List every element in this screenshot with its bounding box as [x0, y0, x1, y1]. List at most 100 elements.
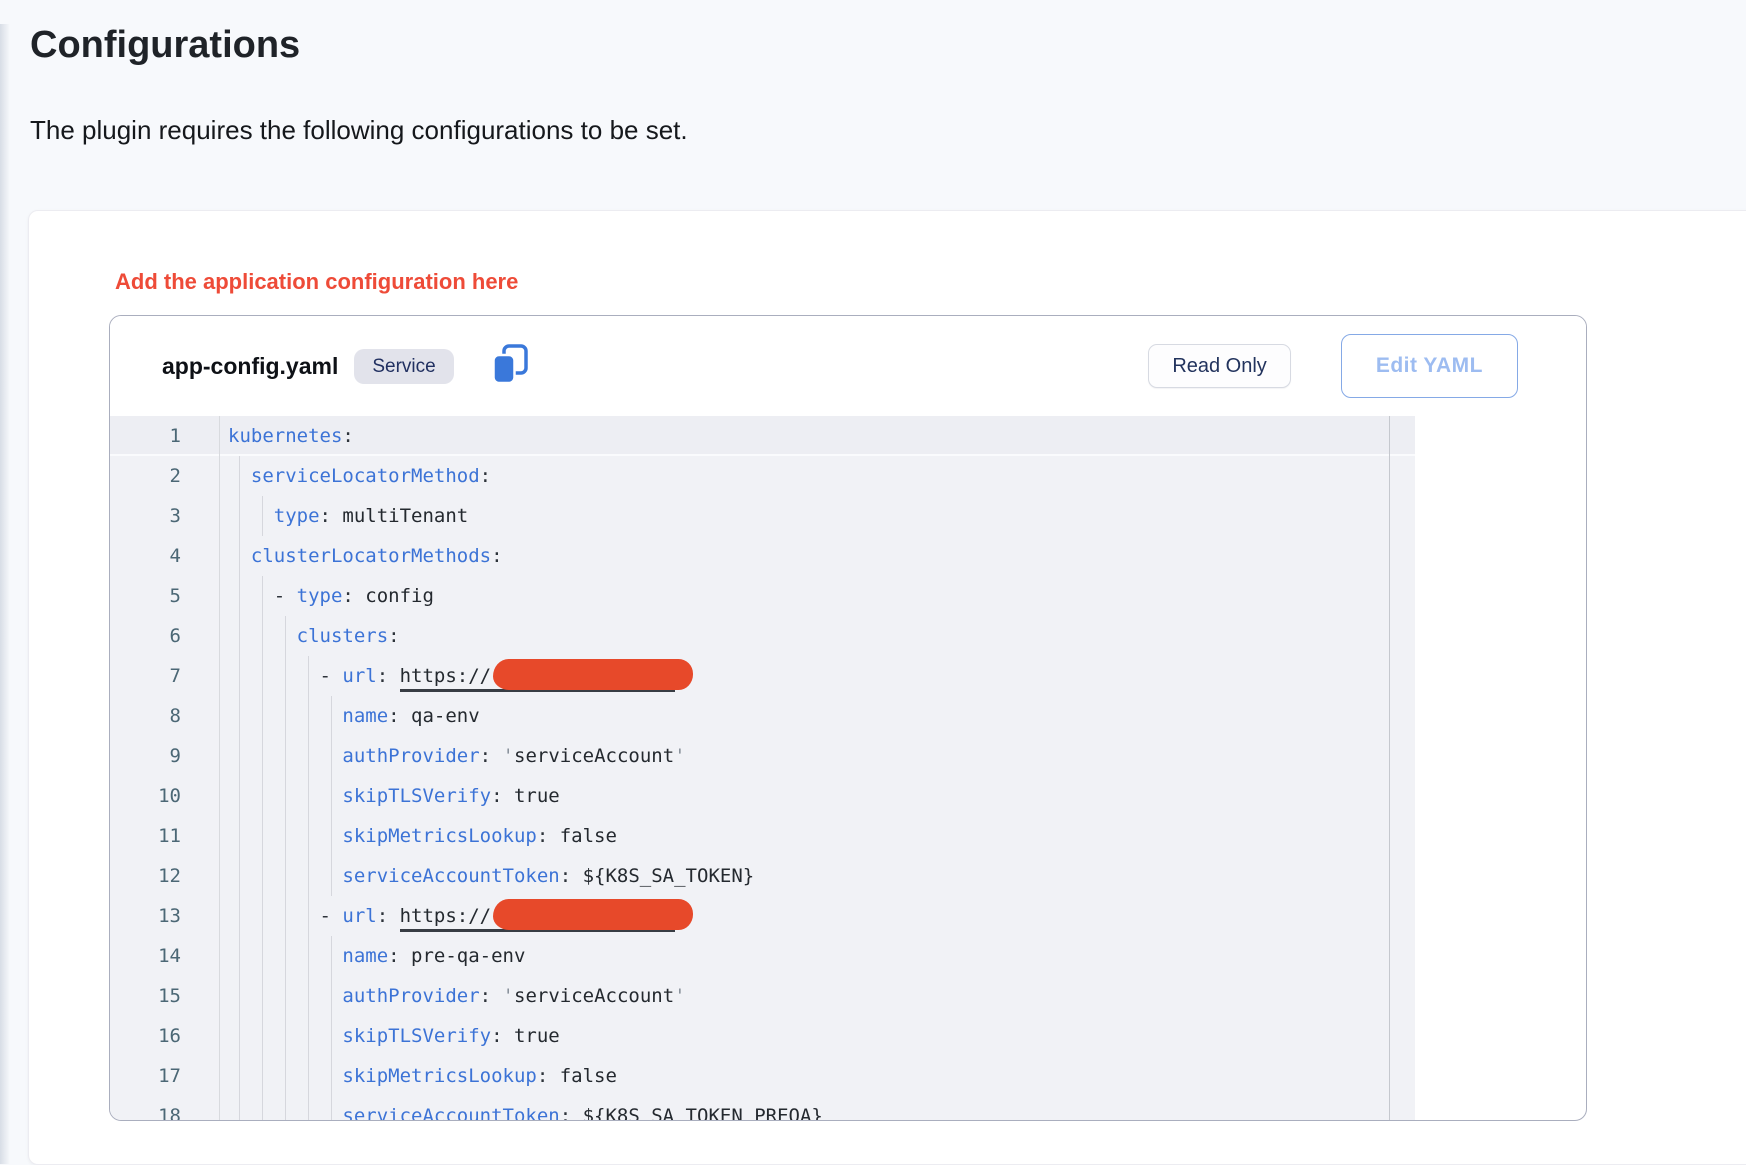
code-token-punc: :: [388, 625, 399, 647]
indent-guide: [262, 816, 263, 856]
url-scheme-text: https://: [400, 665, 492, 687]
line-number: 11: [110, 816, 220, 856]
indent-guide: [239, 1016, 240, 1056]
indent-guide: [239, 656, 240, 696]
page-subtitle: The plugin requires the following config…: [30, 115, 1746, 146]
read-only-button[interactable]: Read Only: [1148, 344, 1291, 388]
indent-guide: [262, 616, 263, 656]
code-token-val: pre-qa-env: [411, 945, 525, 967]
indent-guide: [308, 736, 309, 776]
code-token-quo: ': [674, 985, 685, 1007]
code-token-punc: :: [560, 865, 583, 887]
code-line: 4clusterLocatorMethods:: [110, 536, 1415, 576]
indent-guide: [239, 1096, 240, 1120]
code-token-key: skipMetricsLookup: [342, 1065, 536, 1087]
indent-guide: [308, 816, 309, 856]
line-number: 9: [110, 736, 220, 776]
cluster-url-link[interactable]: https://: [400, 905, 676, 932]
line-number: 8: [110, 696, 220, 736]
indent-guide: [285, 1016, 286, 1056]
code-token-punc: :: [480, 465, 491, 487]
code-line: 16skipTLSVerify: true: [110, 1016, 1415, 1056]
indent-guide: [331, 936, 332, 976]
indent-guide: [285, 776, 286, 816]
indent-guide: [239, 736, 240, 776]
cluster-url-link[interactable]: https://: [400, 665, 676, 692]
code-token-punc: :: [560, 1105, 583, 1120]
indent-guide: [239, 616, 240, 656]
code-line: 10skipTLSVerify: true: [110, 776, 1415, 816]
code-token-key: url: [342, 665, 376, 687]
indent-guide: [308, 696, 309, 736]
code-line: 2 serviceLocatorMethod:: [110, 456, 1415, 496]
indent-guide: [285, 1096, 286, 1120]
code-token-key: name: [342, 705, 388, 727]
line-number: 14: [110, 936, 220, 976]
line-number: 12: [110, 856, 220, 896]
code-line: 17skipMetricsLookup: false: [110, 1056, 1415, 1096]
copy-icon[interactable]: [490, 343, 530, 389]
code-line: 1kubernetes:: [110, 416, 1415, 456]
indent-guide: [285, 816, 286, 856]
code-token-val: ${K8S_SA_TOKEN_PREQA}: [583, 1105, 823, 1120]
code-token-key: name: [342, 945, 388, 967]
indent-guide: [331, 856, 332, 896]
indent-guide: [239, 496, 240, 536]
code-token-quo: ': [503, 985, 514, 1007]
code-token-val: serviceAccount: [514, 985, 674, 1007]
editor-scrollbar[interactable]: [1389, 416, 1390, 1120]
code-token-val: true: [514, 785, 560, 807]
page-title: Configurations: [30, 24, 1746, 67]
line-number: 10: [110, 776, 220, 816]
code-line: 3type: multiTenant: [110, 496, 1415, 536]
indent-guide: [331, 1016, 332, 1056]
indent-guide: [331, 1096, 332, 1120]
line-number: 6: [110, 616, 220, 656]
code-line: 6clusters:: [110, 616, 1415, 656]
configuration-panel: Add the application configuration here a…: [28, 210, 1746, 1165]
indent-guide: [239, 576, 240, 616]
code-token-key: skipTLSVerify: [342, 1025, 491, 1047]
code-token-key: serviceAccountToken: [342, 865, 559, 887]
indent-guide: [262, 496, 263, 536]
yaml-editor[interactable]: 1kubernetes:2 serviceLocatorMethod: 3type:…: [110, 416, 1415, 1120]
code-token-punc: :: [388, 945, 411, 967]
indent-guide: [285, 696, 286, 736]
indent-guide: [285, 1056, 286, 1096]
config-callout: Add the application configuration here: [29, 211, 1746, 295]
code-token-val: config: [365, 585, 434, 607]
indent-guide: [285, 856, 286, 896]
code-token-punc: :: [491, 785, 514, 807]
line-number: 2: [110, 456, 220, 496]
code-token-key: url: [342, 905, 376, 927]
code-lines: 1kubernetes:2 serviceLocatorMethod: 3type:…: [110, 416, 1415, 1120]
indent-guide: [262, 976, 263, 1016]
indent-guide: [239, 776, 240, 816]
indent-guide: [308, 1056, 309, 1096]
code-token-quo: ': [674, 745, 685, 767]
indent-guide: [262, 736, 263, 776]
indent-guide: [239, 896, 240, 936]
indent-guide: [308, 936, 309, 976]
line-number: 5: [110, 576, 220, 616]
code-token-key: kubernetes: [228, 425, 342, 447]
code-token-punc: :: [537, 1065, 560, 1087]
indent-guide: [308, 1096, 309, 1120]
code-token-key: serviceAccountToken: [342, 1105, 559, 1120]
config-file-card: app-config.yaml Service Read Only Edit Y…: [109, 315, 1587, 1121]
code-token-key: type: [274, 505, 320, 527]
indent-guide: [239, 536, 240, 576]
line-number: 13: [110, 896, 220, 936]
url-scheme-text: https://: [400, 905, 492, 927]
edit-yaml-button[interactable]: Edit YAML: [1341, 334, 1518, 398]
indent-guide: [285, 656, 286, 696]
code-token-val: false: [560, 825, 617, 847]
indent-guide: [239, 976, 240, 1016]
line-number: 16: [110, 1016, 220, 1056]
code-token-key: serviceLocatorMethod: [251, 465, 480, 487]
indent-guide: [308, 856, 309, 896]
code-token-punc: :: [480, 745, 503, 767]
indent-guide: [262, 1096, 263, 1120]
code-token-key: skipMetricsLookup: [342, 825, 536, 847]
indent-guide: [239, 456, 240, 496]
